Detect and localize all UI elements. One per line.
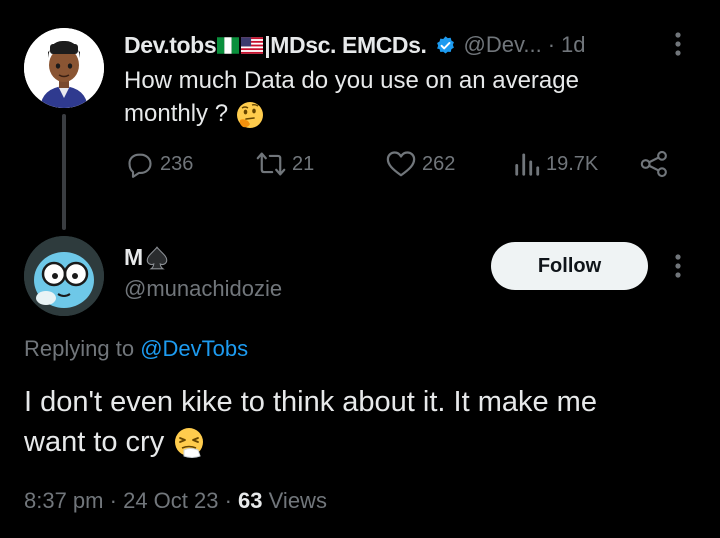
author-display-name[interactable]: Dev.tobs |MDsc. EMCDs. (124, 32, 427, 59)
verified-badge-icon (436, 35, 454, 53)
reply-views-count: 63 (238, 488, 263, 513)
meta-separator: · (109, 488, 117, 513)
author-name-part1: Dev.tobs (124, 31, 217, 58)
avatar-illustration (24, 236, 104, 316)
reply-icon (128, 153, 152, 178)
replier-handle[interactable]: @munachidozie (124, 276, 282, 302)
replying-to-line: Replying to @DevTobs (24, 336, 248, 362)
views-action[interactable]: 19.7K (514, 150, 598, 178)
reply-views-label: Views (268, 488, 327, 513)
reply-count: 236 (160, 152, 194, 175)
more-options-icon[interactable] (674, 252, 682, 280)
replier-avatar[interactable] (24, 236, 104, 316)
tweet-text-line: How much Data do you use on an average (124, 67, 579, 94)
author-handle[interactable]: @Dev... (464, 32, 542, 58)
repost-icon (256, 152, 286, 176)
reply-action[interactable]: 236 (126, 150, 193, 178)
like-count: 262 (422, 152, 456, 175)
tweet-text-line: I don't even kike to think about it. It … (24, 386, 597, 418)
analytics-icon (515, 153, 540, 176)
reply-date[interactable]: 24 Oct 23 (123, 488, 218, 513)
tweet-time[interactable]: 1d (561, 32, 585, 58)
replying-mention-link[interactable]: @DevTobs (140, 336, 248, 361)
parent-tweet-header: Dev.tobs |MDsc. EMCDs. @Dev... · 1d (124, 28, 680, 62)
replier-name-text: M (124, 244, 144, 270)
repost-action[interactable]: 21 (256, 150, 314, 178)
avatar-illustration (24, 28, 104, 108)
author-avatar[interactable] (24, 28, 104, 108)
share-icon (640, 150, 667, 178)
replying-prefix: Replying to (24, 336, 135, 361)
heart-icon (386, 151, 416, 177)
spade-icon (146, 245, 168, 269)
tweet-actions-bar: 236 21 262 19.7K (124, 150, 684, 190)
meta-separator: · (224, 488, 232, 513)
thinking-face-icon (236, 101, 263, 128)
repost-count: 21 (292, 152, 315, 175)
share-action[interactable] (639, 150, 677, 178)
sneezing-face-icon (175, 428, 204, 459)
tweet-text-line: monthly ? (124, 100, 229, 127)
views-count: 19.7K (546, 152, 599, 175)
more-options-icon[interactable] (674, 30, 682, 58)
thread-connector-line (62, 114, 66, 230)
parent-tweet-text: How much Data do you use on an average m… (124, 64, 664, 130)
author-name-part2: |MDsc. EMCDs. (264, 31, 427, 58)
tweet-time-separator: · (547, 32, 556, 57)
usa-flag-icon (241, 36, 264, 54)
reply-tweet-text: I don't even kike to think about it. It … (24, 382, 684, 462)
tweet-text-line: want to cry (24, 426, 165, 458)
like-action[interactable]: 262 (386, 150, 455, 178)
reply-time[interactable]: 8:37 pm (24, 488, 104, 513)
tweet-meta-line: 8:37 pm · 24 Oct 23 · 63 Views (24, 488, 327, 514)
replier-display-name[interactable]: M (124, 244, 170, 271)
nigeria-flag-icon (217, 36, 240, 54)
follow-button[interactable]: Follow (491, 242, 648, 290)
